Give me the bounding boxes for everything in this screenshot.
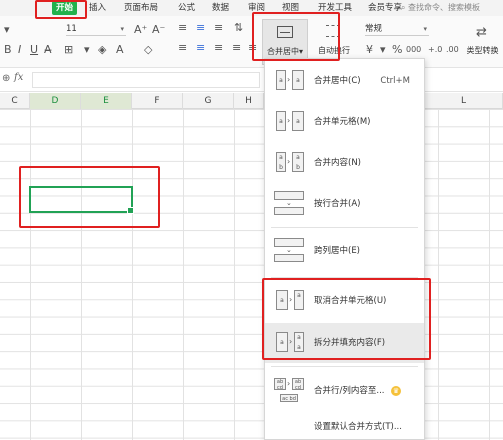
highlight-merge-button (252, 12, 340, 61)
menu-item-center-across[interactable]: ⌄ 跨列居中(E) (265, 231, 424, 271)
formula-bar: ⊕ fx (0, 68, 503, 92)
menu-item-default-merge[interactable]: 设置默认合并方式(T)... (265, 413, 424, 440)
italic-icon[interactable]: I (18, 44, 21, 56)
menu-item-label: 跨列居中(E) (314, 246, 361, 256)
formula-input[interactable] (32, 72, 260, 88)
menu-item-label: 设置默认合并方式(T)... (314, 422, 402, 432)
highlight-selected-range (19, 166, 160, 228)
decrease-decimal-icon[interactable]: .00 (446, 44, 459, 56)
menu-item-label: 合并内容(N) (314, 158, 361, 168)
font-name-dropdown-icon[interactable]: ▾ (4, 24, 10, 36)
premium-crown-icon: ♛ (391, 386, 401, 396)
menu-item-label: 合并单元格(M) (314, 117, 371, 127)
border-dropdown-icon[interactable]: ▾ (84, 44, 90, 56)
currency-dropdown-icon[interactable]: ▾ (380, 44, 386, 56)
orientation-icon[interactable]: ⇅ (234, 22, 243, 34)
menu-separator (271, 366, 418, 367)
center-across-icon: ⌄ (274, 238, 304, 262)
increase-decimal-icon[interactable]: +.0 (428, 44, 442, 56)
type-convert-button[interactable]: ⇄ 类型转换 (462, 19, 503, 65)
increase-font-icon[interactable]: A⁺ (134, 24, 147, 36)
align-middle-icon[interactable]: ≡ (196, 22, 205, 34)
convert-icon: ⇄ (476, 25, 487, 40)
merge-rowcol-icon: ab cd › ab cd ac bd (274, 378, 304, 402)
border-icon[interactable]: ⊞ (64, 44, 73, 56)
tab-insert[interactable]: 插入 (89, 1, 106, 15)
column-header-row: C D E F G H L (0, 93, 503, 109)
merge-by-row-icon: ⌄ (274, 191, 304, 215)
merge-cells-icon: a › a (274, 109, 304, 133)
chevron-down-icon: ▾ (423, 25, 427, 33)
column-header-l[interactable]: L (425, 93, 503, 109)
menu-item-label: 按行合并(A) (314, 199, 361, 209)
column-header-e[interactable]: E (81, 93, 132, 109)
column-header-c[interactable]: C (0, 93, 30, 109)
percent-button[interactable]: % (392, 44, 402, 56)
number-format-value: 常规 (365, 24, 383, 34)
align-center-icon[interactable]: ≡ (196, 42, 205, 54)
chevron-down-icon: ▾ (120, 25, 124, 33)
column-header-g[interactable]: G (183, 93, 234, 109)
fill-color-icon[interactable]: ◈ (98, 44, 106, 56)
command-search[interactable]: ⌕ 查找命令、搜索模板 (401, 1, 503, 15)
tab-page-layout[interactable]: 页面布局 (124, 1, 158, 15)
strikethrough-icon[interactable]: A̶ (44, 44, 52, 56)
bold-icon[interactable]: B (4, 44, 12, 56)
highlight-home-tab (35, 0, 87, 19)
clear-format-icon[interactable]: ◇ (144, 44, 152, 56)
font-size-select[interactable]: 11 ▾ (66, 22, 126, 36)
tab-formulas[interactable]: 公式 (178, 1, 195, 15)
merge-content-icon: ab › ab (274, 150, 304, 174)
number-format-select[interactable]: 常规 ▾ (365, 22, 429, 36)
menu-item-label: 合并行/列内容至... (314, 386, 385, 396)
underline-icon[interactable]: U (30, 44, 38, 56)
menu-item-merge-row-col[interactable]: ab cd › ab cd ac bd 合并行/列内容至... ♛ (265, 371, 424, 411)
font-size-value: 11 (66, 24, 77, 34)
menu-separator (271, 227, 418, 228)
tab-data[interactable]: 数据 (212, 1, 229, 15)
column-header-f[interactable]: F (132, 93, 183, 109)
thousands-button[interactable]: 000 (406, 44, 421, 56)
search-placeholder: 查找命令、搜索模板 (408, 3, 481, 12)
search-icon: ⌕ (401, 3, 409, 12)
align-bottom-icon[interactable]: ≡ (214, 22, 223, 34)
menu-item-shortcut: Ctrl+M (380, 76, 410, 86)
highlight-split-options (262, 278, 431, 360)
font-color-icon[interactable]: A (116, 44, 124, 56)
align-right-icon[interactable]: ≡ (214, 42, 223, 54)
justify-icon[interactable]: ≡ (232, 42, 241, 54)
zoom-icon[interactable]: ⊕ (2, 73, 10, 84)
menu-item-merge-content[interactable]: ab › ab 合并内容(N) (265, 143, 424, 183)
menu-item-label: 合并居中(C) (314, 76, 361, 86)
merge-dropdown-menu: a › a 合并居中(C) Ctrl+M a › a 合并单元格(M) ab ›… (264, 58, 425, 440)
decrease-font-icon[interactable]: A⁻ (152, 24, 165, 36)
column-header-h[interactable]: H (234, 93, 264, 109)
cell-grid[interactable] (0, 109, 503, 440)
merge-center-icon: a › a (274, 68, 304, 92)
column-header-d[interactable]: D (30, 93, 81, 109)
menu-item-merge-by-row[interactable]: ⌄ 按行合并(A) (265, 184, 424, 224)
menu-item-merge-cells[interactable]: a › a 合并单元格(M) (265, 102, 424, 142)
menu-item-merge-center[interactable]: a › a 合并居中(C) Ctrl+M (265, 61, 424, 101)
type-convert-label: 类型转换 (466, 46, 499, 55)
align-left-icon[interactable]: ≡ (178, 42, 187, 54)
function-button[interactable]: fx (14, 72, 23, 83)
align-top-icon[interactable]: ≡ (178, 22, 187, 34)
currency-icon[interactable]: ¥ (366, 44, 373, 56)
tab-member[interactable]: 会员专享 (368, 1, 402, 15)
